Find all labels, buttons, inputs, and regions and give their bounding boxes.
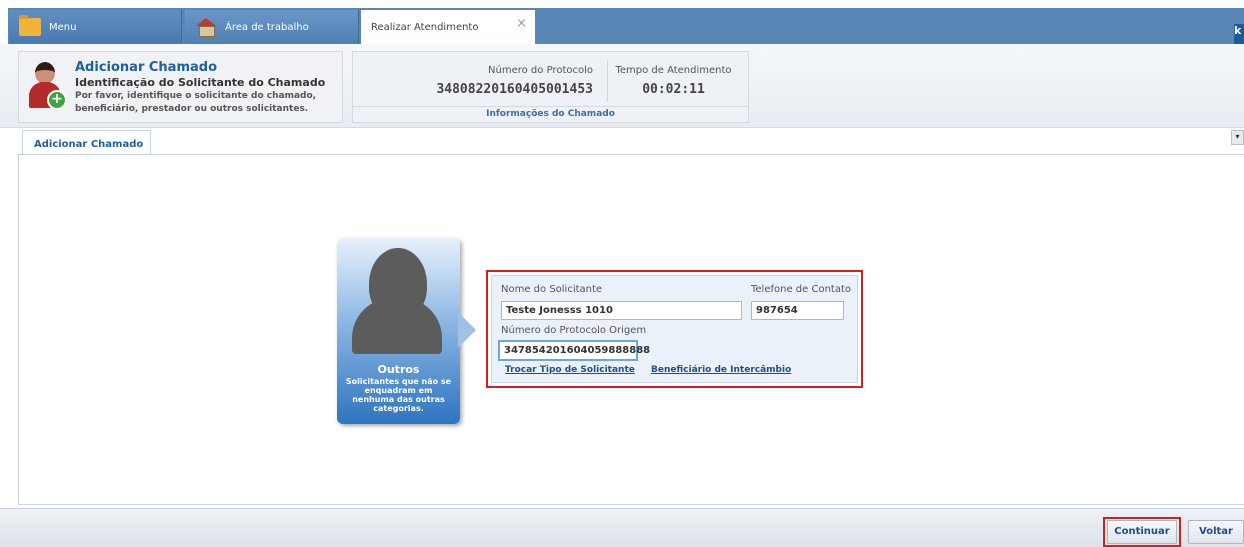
page-title: Adicionar Chamado xyxy=(75,60,218,75)
chevron-down-icon[interactable]: ▾ xyxy=(1231,130,1244,145)
origin-protocol-field[interactable]: 347854201604059888888 xyxy=(498,340,650,361)
protocol-info: Número do Protocolo 34808220160405001453 xyxy=(413,60,593,97)
tab-area-de-trabalho[interactable]: Área de trabalho xyxy=(185,10,359,44)
exchange-beneficiary-link[interactable]: Beneficiário de Intercâmbio xyxy=(651,365,791,375)
name-field[interactable]: Teste Jonesss 1010 xyxy=(501,301,742,320)
time-info: Tempo de Atendimento 00:02:11 xyxy=(607,60,739,102)
plus-icon: + xyxy=(47,90,67,110)
tab-menu-label: Menu xyxy=(49,21,77,33)
card-description: Solicitantes que não se enquadram em nen… xyxy=(345,377,452,413)
tab-active-label: Realizar Atendimento xyxy=(371,22,479,33)
protocol-value: 34808220160405001453 xyxy=(436,82,593,97)
change-requester-type-link[interactable]: Trocar Tipo de Solicitante xyxy=(505,365,635,375)
footer-bar xyxy=(0,508,1244,547)
close-icon[interactable]: × xyxy=(516,16,527,31)
tab-area-label: Área de trabalho xyxy=(225,21,309,33)
card-pointer xyxy=(458,312,476,348)
requester-form-highlight: Nome do Solicitante Teste Jonesss 1010 T… xyxy=(486,270,863,388)
origin-protocol-label: Número do Protocolo Origem xyxy=(501,325,647,336)
top-tab-bar: Menu Área de trabalho Realizar Atendimen… xyxy=(0,0,1244,45)
page-subtitle: Identificação do Solicitante do Chamado xyxy=(75,76,326,89)
card-title: Outros xyxy=(377,363,420,376)
folder-icon xyxy=(19,15,41,36)
page-title-box: + Adicionar Chamado Identificação do Sol… xyxy=(18,51,343,123)
requester-type-card[interactable]: Outros Solicitantes que não se enquadram… xyxy=(337,238,460,424)
tab-realizar-atendimento[interactable]: Realizar Atendimento × xyxy=(361,10,535,45)
corner-button[interactable]: k xyxy=(1234,24,1244,44)
phone-field[interactable]: 987654 xyxy=(751,301,844,320)
tab-adicionar-chamado[interactable]: Adicionar Chamado xyxy=(22,130,151,155)
phone-label: Telefone de Contato xyxy=(751,284,852,295)
requester-form: Nome do Solicitante Teste Jonesss 1010 T… xyxy=(491,275,858,383)
time-label: Tempo de Atendimento xyxy=(615,65,732,76)
name-label: Nome do Solicitante xyxy=(501,284,603,295)
protocol-label: Número do Protocolo xyxy=(488,65,593,76)
tab-menu[interactable]: Menu xyxy=(9,10,182,44)
info-footer: Informações do Chamado xyxy=(353,106,748,122)
page-header: + Adicionar Chamado Identificação do Sol… xyxy=(0,44,1244,128)
continue-button[interactable]: Continuar xyxy=(1107,520,1177,544)
call-info-box: Número do Protocolo 34808220160405001453… xyxy=(352,51,749,123)
back-button[interactable]: Voltar xyxy=(1188,520,1244,544)
add-user-avatar-icon: + xyxy=(25,60,69,114)
time-value: 00:02:11 xyxy=(642,82,705,97)
page-description: Por favor, identifique o solicitante do … xyxy=(75,91,317,114)
house-icon xyxy=(195,18,217,37)
